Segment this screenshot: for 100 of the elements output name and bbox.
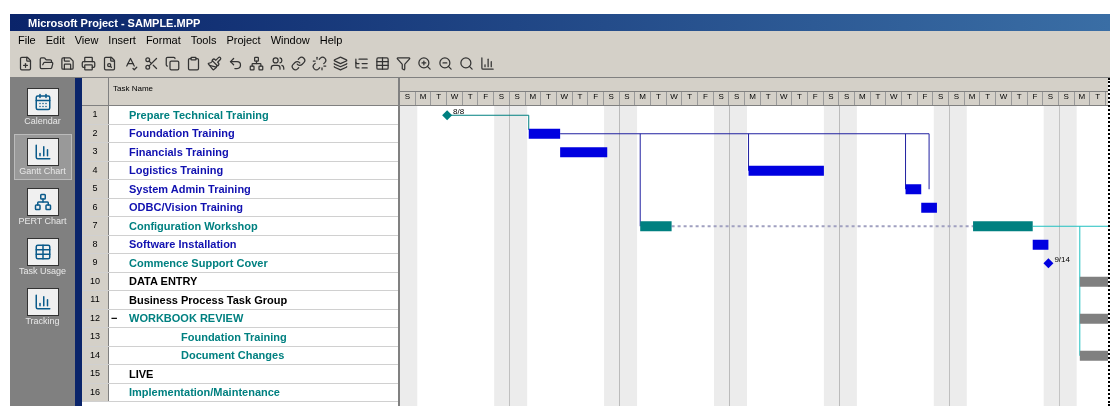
day-label: T	[572, 92, 589, 105]
milestone-date: 9/14	[1054, 255, 1070, 265]
task-name: Foundation Training	[129, 127, 235, 140]
task-bar[interactable]	[973, 221, 1033, 232]
day-label: S	[1058, 92, 1075, 105]
row-number: 7	[82, 217, 109, 235]
milestone-marker[interactable]	[442, 110, 453, 121]
zoom-in-icon[interactable]	[417, 55, 432, 71]
day-label: W	[886, 92, 902, 105]
task-bar[interactable]	[921, 202, 937, 213]
table-icon	[33, 243, 52, 261]
layers-icon[interactable]	[333, 55, 348, 71]
unlink-icon[interactable]	[312, 55, 327, 71]
task-name: Logistics Training	[129, 164, 224, 177]
gantt-icon	[33, 293, 52, 311]
search-icon[interactable]	[459, 55, 474, 71]
day-label: T	[682, 92, 699, 105]
task-bar[interactable]	[640, 221, 672, 232]
day-label: M	[854, 92, 871, 105]
paste-icon[interactable]	[186, 55, 201, 71]
open-folder-icon[interactable]	[39, 55, 54, 71]
day-label: T	[1090, 92, 1106, 105]
task-name: ODBC/Vision Training	[129, 201, 244, 214]
day-label: T	[462, 92, 479, 105]
day-label: S	[1043, 92, 1059, 105]
day-label: F	[1027, 92, 1044, 105]
day-label: S	[603, 92, 620, 105]
format-painter-icon[interactable]	[207, 55, 222, 71]
day-label: T	[1011, 92, 1028, 105]
day-label: S	[509, 92, 526, 105]
row-number: 13	[82, 328, 109, 346]
save-icon[interactable]	[60, 55, 75, 71]
print-preview-icon[interactable]	[102, 55, 117, 71]
task-bar[interactable]	[560, 147, 608, 158]
menu-item[interactable]: Tools	[190, 34, 217, 46]
collapse-toggle[interactable]: −	[111, 312, 118, 325]
day-label: F	[698, 92, 714, 105]
day-label: W	[556, 92, 573, 105]
day-label: T	[760, 92, 777, 105]
day-label: M	[964, 92, 981, 105]
new-icon[interactable]	[18, 55, 33, 71]
row-number: 15	[82, 365, 109, 383]
link-icon[interactable]	[291, 55, 306, 71]
day-label: M	[525, 92, 542, 105]
menu-item[interactable]: Window	[270, 34, 310, 46]
undo-icon[interactable]	[228, 55, 243, 71]
day-label: T	[431, 92, 448, 105]
spelling-icon[interactable]	[123, 55, 138, 71]
row-number: 9	[82, 254, 109, 272]
network-icon	[33, 193, 52, 211]
task-name: LIVE	[129, 367, 154, 380]
menu-item[interactable]: Insert	[108, 34, 136, 46]
day-label: S	[839, 92, 855, 105]
task-name: Software Installation	[129, 238, 237, 251]
gantt-icon	[33, 143, 52, 161]
day-label: F	[478, 92, 495, 105]
day-label: T	[792, 92, 808, 105]
day-label: S	[400, 92, 416, 105]
milestone-marker[interactable]	[1043, 258, 1054, 269]
day-label: S	[933, 92, 950, 105]
milestone-date: 8/8	[453, 107, 465, 117]
menu-item[interactable]: View	[74, 34, 99, 46]
chart-icon[interactable]	[480, 55, 495, 71]
menu-item[interactable]: Format	[145, 34, 181, 46]
people-icon[interactable]	[270, 55, 285, 71]
task-bar[interactable]	[1032, 239, 1049, 250]
outline-icon[interactable]	[354, 55, 369, 71]
day-label: T	[541, 92, 557, 105]
task-name: WORKBOOK REVIEW	[129, 312, 244, 325]
cut-icon[interactable]	[144, 55, 159, 71]
task-name: Foundation Training	[181, 330, 287, 343]
task-name: Prepare Technical Training	[129, 108, 269, 121]
day-label: W	[666, 92, 683, 105]
task-bar[interactable]	[748, 165, 824, 176]
window-title: Microsoft Project - SAMPLE.MPP	[10, 14, 1110, 31]
filter-icon[interactable]	[396, 55, 411, 71]
day-label: M	[1074, 92, 1091, 105]
print-icon[interactable]	[81, 55, 96, 71]
day-label: W	[447, 92, 463, 105]
day-label: F	[588, 92, 604, 105]
menu-item[interactable]: Project	[226, 34, 261, 46]
task-bar[interactable]	[528, 128, 561, 139]
menu-item[interactable]: Help	[319, 34, 343, 46]
day-label: T	[902, 92, 918, 105]
task-name: Business Process Task Group	[129, 293, 288, 306]
day-label: T	[980, 92, 997, 105]
day-label: W	[996, 92, 1012, 105]
task-bar[interactable]	[905, 184, 922, 195]
day-label: F	[917, 92, 934, 105]
menu-item[interactable]: File	[18, 34, 36, 46]
table-icon[interactable]	[375, 55, 390, 71]
task-name: Commence Support Cover	[129, 256, 268, 269]
network-icon[interactable]	[249, 55, 264, 71]
task-name: Document Changes	[181, 349, 285, 362]
day-label: S	[823, 92, 840, 105]
menu-item[interactable]: Edit	[45, 34, 65, 46]
row-number: 11	[82, 291, 109, 309]
task-name: System Admin Training	[129, 182, 251, 195]
copy-icon[interactable]	[165, 55, 180, 71]
zoom-out-icon[interactable]	[438, 55, 453, 71]
